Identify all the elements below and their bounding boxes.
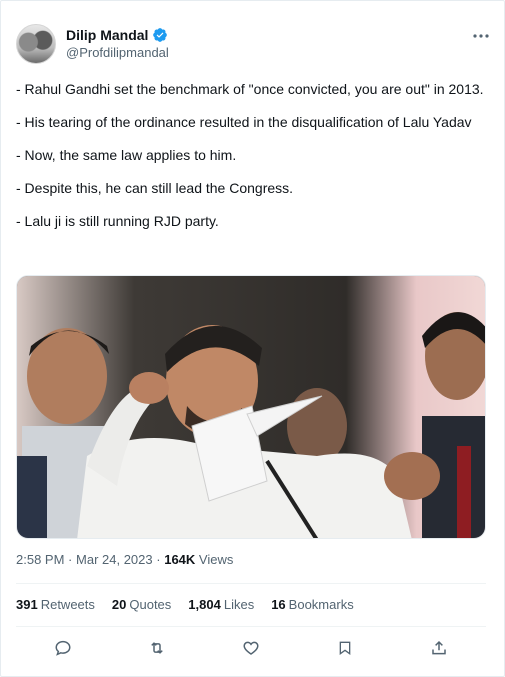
stat-quotes[interactable]: 20 Quotes (112, 597, 171, 612)
avatar[interactable] (16, 24, 56, 64)
stat-count: 20 (111, 597, 127, 612)
stat-label: Retweets (40, 597, 95, 612)
author-handle[interactable]: @Profdilipmandal (66, 45, 169, 60)
bookmark-icon[interactable] (334, 637, 356, 659)
stat-count: 16 (271, 597, 286, 612)
tweet-text: - Rahul Gandhi set the benchmark of "onc… (16, 81, 486, 246)
stat-label: Quotes (129, 597, 172, 612)
reply-icon[interactable] (52, 637, 74, 659)
stat-retweets[interactable]: 391 Retweets (16, 597, 95, 612)
engagement-stats: 391 Retweets 20 Quotes 1,804 Likes 16 Bookma… (16, 597, 354, 612)
photo-illustration (17, 276, 485, 538)
meta-separator: · (156, 552, 161, 567)
verified-badge-icon (153, 28, 168, 42)
tweet-photo[interactable] (16, 275, 486, 539)
tweet-date[interactable]: Mar 24, 2023 (76, 552, 153, 567)
stat-likes[interactable]: 1,804 Likes (188, 597, 254, 612)
views-count: 164K (164, 552, 196, 567)
meta-separator: · (68, 552, 73, 567)
tweet-paragraph: - Despite this, he can still lead the Co… (16, 180, 294, 196)
divider (16, 626, 486, 627)
tweet-card: Dilip Mandal @Profdilipmandal - Rahul Ga… (0, 0, 505, 677)
tweet-header: Dilip Mandal @Profdilipmandal (16, 24, 491, 68)
stat-bookmarks[interactable]: 16 Bookmarks (271, 597, 354, 612)
tweet-meta: 2:58 PM · Mar 24, 2023 · 164K Views (16, 552, 233, 567)
like-icon[interactable] (240, 637, 262, 659)
stat-count: 1,804 (188, 597, 221, 612)
tweet-paragraph: - Now, the same law applies to him. (16, 147, 237, 163)
stat-count: 391 (16, 597, 38, 612)
tweet-time[interactable]: 2:58 PM (16, 552, 64, 567)
tweet-paragraph: - His tearing of the ordinance resulted … (16, 114, 472, 130)
retweet-icon[interactable] (146, 637, 168, 659)
author-display-name[interactable]: Dilip Mandal (66, 27, 148, 43)
more-options-icon[interactable] (471, 28, 491, 44)
stat-label: Bookmarks (288, 597, 354, 612)
stat-label: Likes (223, 597, 255, 612)
tweet-paragraph: - Rahul Gandhi set the benchmark of "onc… (16, 81, 484, 97)
divider (16, 583, 486, 584)
share-icon[interactable] (428, 637, 450, 659)
views-label: Views (198, 552, 234, 567)
author-name-row[interactable]: Dilip Mandal (66, 27, 168, 43)
tweet-paragraph: - Lalu ji is still running RJD party. (16, 213, 219, 229)
action-bar (16, 633, 486, 663)
